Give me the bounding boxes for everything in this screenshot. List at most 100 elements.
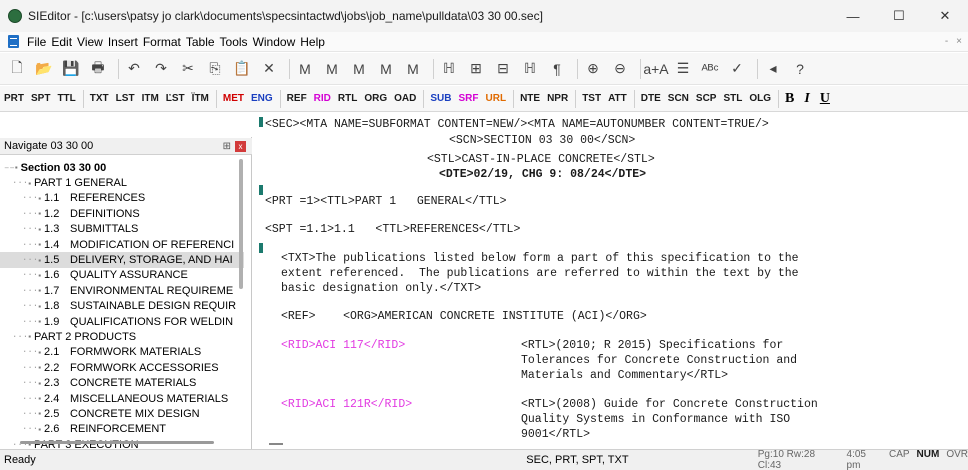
tag-button-ïtm[interactable]: ÏTM bbox=[192, 93, 209, 104]
tag-button-tst[interactable]: TST bbox=[582, 93, 601, 104]
find-prev-icon[interactable]: M bbox=[348, 58, 370, 80]
tag-button-prt[interactable]: PRT bbox=[4, 93, 24, 104]
tag-button-npr[interactable]: NPR bbox=[547, 93, 568, 104]
code-line[interactable]: <SCN>SECTION 03 30 00</SCN> bbox=[449, 134, 635, 147]
pin-icon[interactable]: ⊞ bbox=[223, 141, 231, 152]
tag-button-olg[interactable]: OLG bbox=[749, 93, 771, 104]
font-size-icon[interactable]: a+A bbox=[643, 58, 668, 80]
code-line[interactable]: Materials and Commentary</RTL> bbox=[521, 369, 728, 382]
tag-button-met[interactable]: MET bbox=[223, 93, 244, 104]
tag-button-url[interactable]: URL bbox=[486, 93, 507, 104]
tag-button-scp[interactable]: SCP bbox=[696, 93, 717, 104]
delete-icon[interactable]: ✕ bbox=[258, 58, 280, 80]
tag-button-ttl[interactable]: TTL bbox=[57, 93, 75, 104]
tree-article[interactable]: ··· ▪ 2.6 REINFORCEMENT bbox=[0, 422, 244, 437]
tag-button-txt[interactable]: TXT bbox=[90, 93, 109, 104]
help-icon[interactable]: ? bbox=[789, 58, 811, 80]
redo-icon[interactable]: ↷ bbox=[150, 58, 172, 80]
menu-help[interactable]: Help bbox=[299, 35, 326, 49]
close-panel-icon[interactable]: x bbox=[235, 140, 246, 152]
code-line[interactable]: <RTL>(2010; R 2015) Specifications for bbox=[521, 339, 783, 352]
pilcrow-icon[interactable]: ¶ bbox=[546, 58, 568, 80]
navigator-horizontal-scrollbar[interactable] bbox=[20, 441, 214, 444]
tree-article[interactable]: ··· ▪ 2.2 FORMWORK ACCESSORIES bbox=[0, 360, 244, 375]
tree-part[interactable]: ··· ▪ PART 1 GENERAL bbox=[0, 175, 244, 190]
tag-button-nte[interactable]: NTE bbox=[520, 93, 540, 104]
code-line[interactable]: <STL>CAST-IN-PLACE CONCRETE</STL> bbox=[427, 153, 655, 166]
menu-format[interactable]: Format bbox=[142, 35, 182, 49]
code-line[interactable]: <SEC><MTA NAME=SUBFORMAT CONTENT=NEW/><M… bbox=[265, 118, 769, 131]
bold-button[interactable]: B bbox=[785, 91, 794, 107]
menu-file[interactable]: File bbox=[26, 35, 47, 49]
code-line[interactable]: Tolerances for Concrete Construction and bbox=[521, 354, 797, 367]
mdi-close-button[interactable]: × bbox=[956, 36, 962, 47]
undo-icon[interactable]: ↶ bbox=[123, 58, 145, 80]
italic-button[interactable]: I bbox=[804, 91, 809, 107]
menu-insert[interactable]: Insert bbox=[107, 35, 139, 49]
tag-button-lst[interactable]: LST bbox=[116, 93, 135, 104]
tree-article[interactable]: ··· ▪ 1.8 SUSTAINABLE DESIGN REQUIR bbox=[0, 299, 244, 314]
tag-button-org[interactable]: ORG bbox=[364, 93, 387, 104]
maximize-button[interactable]: ☐ bbox=[876, 0, 922, 32]
code-line-rid[interactable]: <RID>ACI 121R</RID> bbox=[281, 398, 412, 411]
tag-button-rid[interactable]: RID bbox=[314, 93, 331, 104]
code-line[interactable]: <RTL>(2008) Guide for Concrete Construct… bbox=[521, 398, 818, 411]
tree-part[interactable]: ··· ▪ PART 2 PRODUCTS bbox=[0, 329, 244, 344]
tag-button-srf[interactable]: SRF bbox=[459, 93, 479, 104]
editor-horizontal-scrollbar[interactable] bbox=[269, 443, 283, 445]
tag-button-scn[interactable]: SCN bbox=[668, 93, 689, 104]
paste-icon[interactable]: 📋 bbox=[231, 58, 253, 80]
tree-article[interactable]: ··· ▪ 1.9 QUALIFICATIONS FOR WELDIN bbox=[0, 314, 244, 329]
new-doc-icon[interactable]: 🗋 bbox=[6, 58, 28, 80]
tree-article[interactable]: ··· ▪ 1.5 DELIVERY, STORAGE, AND HAI bbox=[0, 252, 244, 268]
tag-button-sub[interactable]: SUB bbox=[430, 93, 451, 104]
code-line[interactable]: <REF> <ORG>AMERICAN CONCRETE INSTITUTE (… bbox=[281, 310, 647, 323]
save-icon[interactable]: 💾 bbox=[60, 58, 82, 80]
tree-article[interactable]: ··· ▪ 1.3 SUBMITTALS bbox=[0, 222, 244, 237]
code-line[interactable]: <SPT =1.1>1.1 <TTL>REFERENCES</TTL> bbox=[265, 223, 520, 236]
close-button[interactable]: ✕ bbox=[922, 0, 968, 32]
track-icon[interactable]: ℍ bbox=[519, 58, 541, 80]
tree-article[interactable]: ··· ▪ 2.4 MISCELLANEOUS MATERIALS bbox=[0, 391, 244, 406]
binoculars-3-icon[interactable]: M bbox=[402, 58, 424, 80]
menu-edit[interactable]: Edit bbox=[50, 35, 73, 49]
mdi-minimize-button[interactable]: - bbox=[945, 36, 948, 47]
tag-button-spt[interactable]: SPT bbox=[31, 93, 50, 104]
underline-button[interactable]: U bbox=[820, 91, 830, 107]
spell-icon[interactable]: ᴬᴮᶜ bbox=[699, 58, 721, 80]
tree-article[interactable]: ··· ▪ 2.3 CONCRETE MATERIALS bbox=[0, 375, 244, 390]
scrollbar-thumb[interactable] bbox=[239, 159, 243, 289]
code-line-rid[interactable]: <RID>ACI 117</RID> bbox=[281, 339, 405, 352]
zoom-out-icon[interactable]: ⊖ bbox=[609, 58, 631, 80]
strike-icon[interactable]: ℍ bbox=[438, 58, 460, 80]
zoom-fit-icon[interactable]: ⊞ bbox=[465, 58, 487, 80]
code-line[interactable]: extent referenced. The publications are … bbox=[281, 267, 799, 280]
menu-table[interactable]: Table bbox=[185, 35, 216, 49]
menu-tools[interactable]: Tools bbox=[219, 35, 249, 49]
code-line[interactable]: <DTE>02/19, CHG 9: 08/24</DTE> bbox=[439, 168, 646, 181]
tag-button-ľst[interactable]: ĽST bbox=[166, 93, 185, 104]
arrow-left-icon[interactable]: ◂ bbox=[762, 58, 784, 80]
tree-article[interactable]: ··· ▪ 1.1 REFERENCES bbox=[0, 191, 244, 206]
tag-button-att[interactable]: ATT bbox=[608, 93, 627, 104]
align-icon[interactable]: ☰ bbox=[672, 58, 694, 80]
cut-icon[interactable]: ✂ bbox=[177, 58, 199, 80]
tree-article[interactable]: ··· ▪ 2.5 CONCRETE MIX DESIGN bbox=[0, 406, 244, 421]
tree-article[interactable]: ··· ▪ 1.2 DEFINITIONS bbox=[0, 206, 244, 221]
zoom-in-icon[interactable]: ⊕ bbox=[582, 58, 604, 80]
find-icon[interactable]: M bbox=[294, 58, 316, 80]
check-icon[interactable]: ✓ bbox=[726, 58, 748, 80]
tree-root[interactable]: –– ▪ Section 03 30 00 bbox=[0, 160, 244, 175]
open-folder-icon[interactable]: 📂 bbox=[33, 58, 55, 80]
editor-pane[interactable]: <SEC><MTA NAME=SUBFORMAT CONTENT=NEW/><M… bbox=[253, 113, 968, 449]
navigator-vertical-scrollbar[interactable] bbox=[239, 155, 245, 425]
menu-window[interactable]: Window bbox=[252, 35, 297, 49]
code-line[interactable]: 9001</RTL> bbox=[521, 428, 590, 441]
code-line[interactable]: <PRT =1><TTL>PART 1 GENERAL</TTL> bbox=[265, 195, 507, 208]
print-icon[interactable]: 🖶 bbox=[87, 58, 109, 80]
tag-button-ref[interactable]: REF bbox=[287, 93, 307, 104]
tag-button-dte[interactable]: DTE bbox=[641, 93, 661, 104]
menu-view[interactable]: View bbox=[76, 35, 104, 49]
tree-article[interactable]: ··· ▪ 1.4 MODIFICATION OF REFERENCI bbox=[0, 237, 244, 252]
code-line[interactable]: Quality Systems in Conformance with ISO bbox=[521, 413, 790, 426]
